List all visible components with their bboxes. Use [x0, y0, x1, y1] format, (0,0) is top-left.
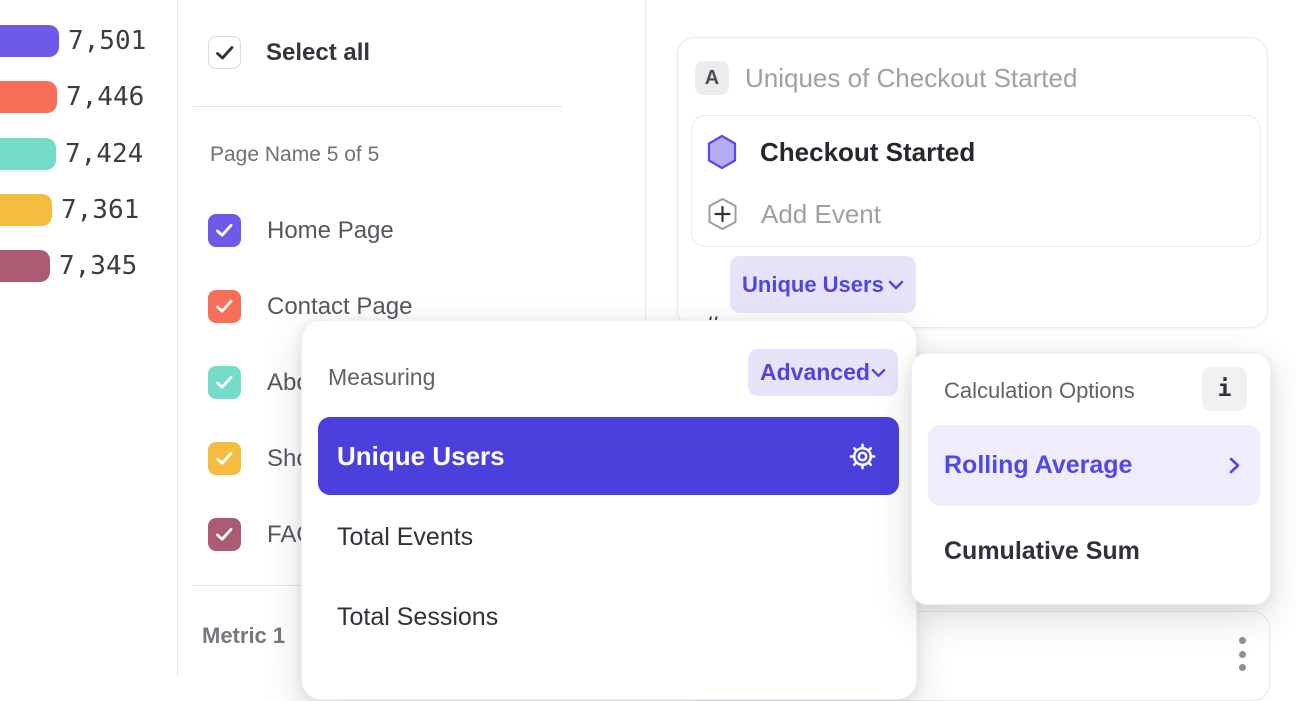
- menu-item-rolling-average[interactable]: Rolling Average: [928, 425, 1260, 506]
- divider: [193, 106, 562, 107]
- checkmark-icon: [215, 451, 234, 466]
- add-event-label: Add Event: [761, 199, 881, 230]
- add-event-icon: [706, 197, 739, 231]
- menu-item-cumulative-sum[interactable]: Cumulative Sum: [944, 537, 1140, 566]
- kebab-dot: [1239, 664, 1246, 671]
- chart-bar-row: 7,345: [0, 250, 137, 282]
- checkmark-icon: [215, 375, 234, 390]
- checkbox-contact-page[interactable]: [208, 290, 241, 323]
- filter-item-label: Home Page: [267, 217, 394, 245]
- event-name: Checkout Started: [760, 137, 975, 168]
- aggregation-dropdown[interactable]: Unique Users: [730, 256, 916, 313]
- calculation-options-title: Calculation Options: [944, 378, 1135, 404]
- measuring-mode-label: Advanced: [760, 359, 870, 386]
- checkbox-home-page[interactable]: [208, 214, 241, 247]
- calculation-options-menu: Calculation Options i Rolling Average Cu…: [911, 353, 1271, 605]
- event-list-card: Checkout Started Add Event: [691, 115, 1261, 247]
- checkmark-icon: [215, 299, 234, 314]
- filter-item-label: Contact Page: [267, 293, 412, 321]
- panel-divider-left: [177, 0, 178, 678]
- chevron-down-icon: [888, 280, 904, 290]
- chart-bar-row: 7,501: [0, 25, 146, 57]
- menu-item-total-events[interactable]: Total Events: [337, 523, 473, 552]
- bar-value-label: 7,424: [65, 139, 143, 169]
- bar-value-label: 7,501: [68, 26, 146, 56]
- bar-value-label: 7,345: [59, 251, 137, 281]
- chevron-right-icon: [1229, 457, 1240, 474]
- chart-bar-row: 7,424: [0, 138, 143, 170]
- chart-bar[interactable]: [0, 25, 59, 57]
- event-hexagon-icon: [706, 134, 738, 170]
- checkmark-icon: [215, 45, 235, 61]
- chevron-down-icon: [871, 368, 886, 378]
- aggregation-value: Unique Users: [742, 272, 884, 298]
- select-all-row[interactable]: Select all: [208, 36, 370, 69]
- info-button[interactable]: i: [1202, 367, 1247, 411]
- series-badge: A: [695, 61, 729, 95]
- event-row[interactable]: Checkout Started: [706, 134, 975, 170]
- checkbox-shop-page[interactable]: [208, 442, 241, 475]
- checkmark-icon: [215, 527, 234, 542]
- chart-bar-row: 7,361: [0, 194, 139, 226]
- measuring-mode-dropdown[interactable]: Advanced: [748, 349, 898, 396]
- chart-bar[interactable]: [0, 81, 57, 113]
- chart-bar[interactable]: [0, 194, 52, 226]
- menu-item-unique-users[interactable]: Unique Users: [318, 417, 899, 495]
- select-all-checkbox[interactable]: [208, 36, 241, 69]
- query-name-row: A Uniques of Checkout Started: [695, 61, 1247, 95]
- measuring-title: Measuring: [328, 364, 435, 391]
- checkbox-faq-page[interactable]: [208, 518, 241, 551]
- more-options-button[interactable]: [1236, 637, 1248, 671]
- select-all-label: Select all: [266, 39, 370, 67]
- gear-icon[interactable]: [848, 442, 877, 471]
- menu-item-label: Rolling Average: [944, 451, 1132, 480]
- filter-group-label: Page Name 5 of 5: [210, 143, 379, 167]
- bar-value-label: 7,361: [61, 195, 139, 225]
- chart-bar[interactable]: [0, 138, 56, 170]
- menu-item-label: Unique Users: [337, 441, 505, 472]
- checkmark-icon: [215, 223, 234, 238]
- chart-bar-row: 7,446: [0, 81, 144, 113]
- filter-item-contact-page[interactable]: Contact Page: [208, 290, 412, 323]
- menu-item-total-sessions[interactable]: Total Sessions: [337, 603, 498, 632]
- bar-value-label: 7,446: [66, 82, 144, 112]
- checkbox-about-page[interactable]: [208, 366, 241, 399]
- kebab-dot: [1239, 637, 1246, 644]
- query-name-input[interactable]: Uniques of Checkout Started: [745, 63, 1077, 94]
- kebab-dot: [1239, 651, 1246, 658]
- metric-label: Metric 1: [202, 623, 285, 649]
- info-icon: i: [1218, 376, 1232, 402]
- chart-bar[interactable]: [0, 250, 50, 282]
- add-event-button[interactable]: Add Event: [706, 197, 881, 231]
- filter-item-home-page[interactable]: Home Page: [208, 214, 394, 247]
